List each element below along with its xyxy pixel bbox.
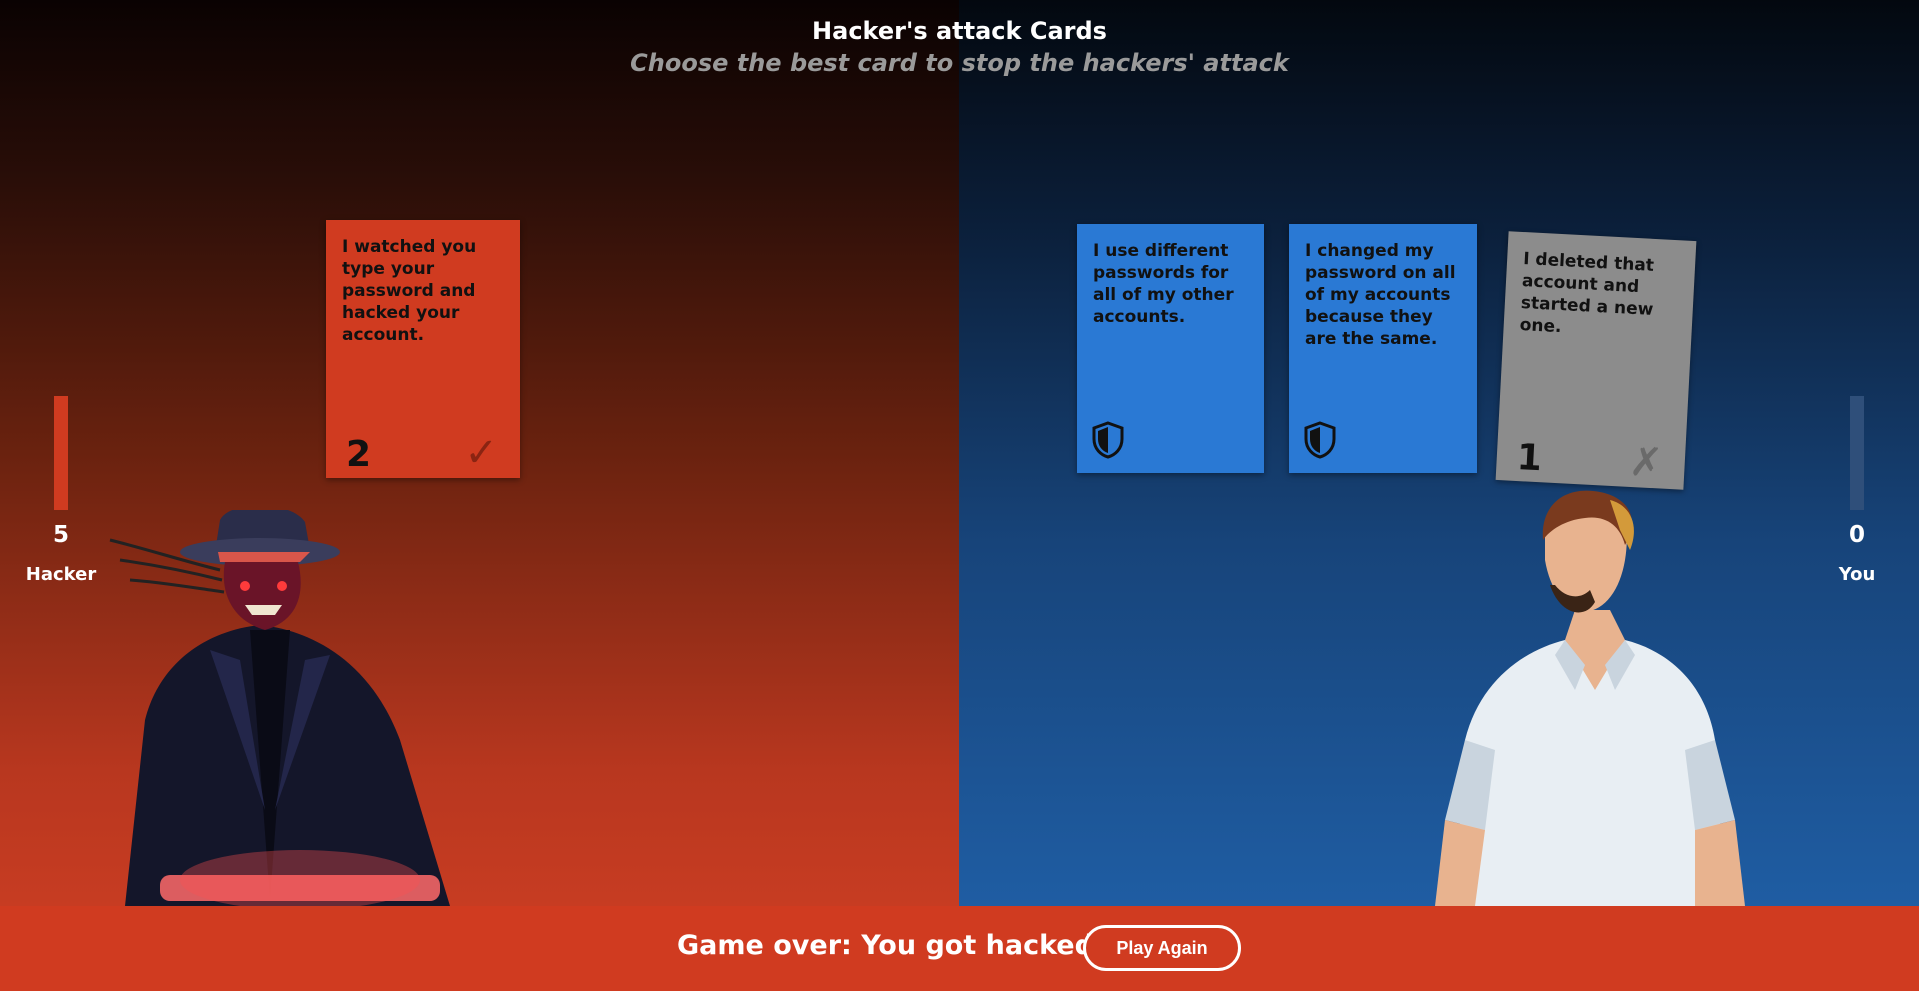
shield-icon (1304, 421, 1336, 459)
header: Hacker's attack Cards Choose the best ca… (0, 14, 1919, 78)
player-score-meter (1850, 396, 1864, 510)
attack-card-value: 2 (346, 434, 372, 475)
check-icon: ✓ (464, 430, 498, 476)
defense-card-text: I changed my password on all of my accou… (1305, 241, 1456, 349)
defense-card[interactable]: I use different passwords for all of my … (1077, 224, 1264, 473)
page-subtitle: Choose the best card to stop the hackers… (630, 49, 1289, 77)
hacker-character (109, 510, 450, 906)
page-title: Hacker's attack Cards (812, 17, 1107, 45)
attack-card-text: I watched you type your password and hac… (342, 237, 477, 345)
played-card: I deleted that account and started a new… (1495, 231, 1697, 490)
shield-icon (1092, 421, 1124, 459)
played-card-value: 1 (1515, 437, 1543, 480)
player-character (1435, 490, 1745, 906)
attack-card: I watched you type your password and hac… (326, 220, 520, 478)
cross-icon: ✗ (1628, 438, 1664, 487)
game-over-message: Game over: You got hacked! (677, 930, 1107, 961)
defense-card-text: I use different passwords for all of my … (1093, 241, 1234, 327)
defense-card[interactable]: I changed my password on all of my accou… (1289, 224, 1477, 473)
player-label: You (1838, 564, 1876, 585)
played-card-text: I deleted that account and started a new… (1519, 249, 1655, 338)
player-score: 0 (1848, 522, 1865, 548)
hacker-score-meter (54, 396, 68, 510)
play-again-button[interactable]: Play Again (1083, 925, 1241, 971)
